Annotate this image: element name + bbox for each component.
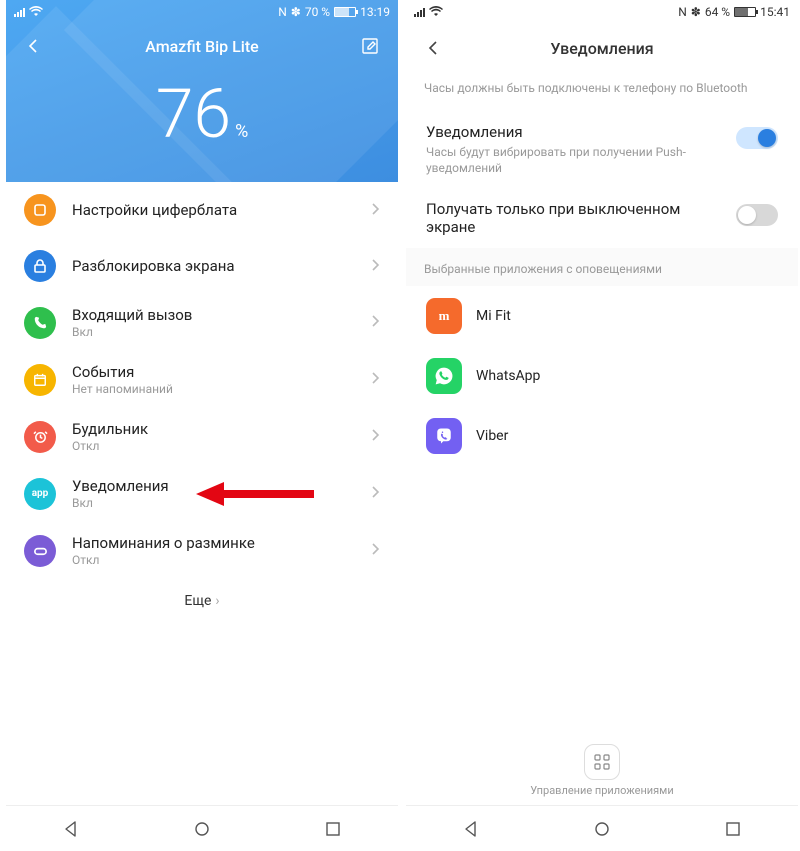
- row-subtitle: Откл: [72, 439, 370, 453]
- nav-back-button[interactable]: [47, 813, 95, 845]
- chevron-right-icon: [370, 313, 380, 332]
- toggle-switch[interactable]: [736, 204, 778, 226]
- chevron-right-icon: [370, 541, 380, 560]
- signal-icon: [14, 7, 25, 17]
- app-icon: [426, 358, 462, 394]
- watchface-icon: [24, 194, 56, 226]
- settings-row-app[interactable]: app УведомленияВкл: [6, 465, 398, 522]
- chevron-right-icon: [370, 484, 380, 503]
- calendar-icon: [24, 364, 56, 396]
- nav-home-button[interactable]: [178, 813, 226, 845]
- clock-time: 15:41: [760, 5, 790, 19]
- app-icon: [426, 418, 462, 454]
- chevron-right-icon: ›: [215, 593, 219, 609]
- page-title: Уведомления: [422, 39, 782, 58]
- title-bar: Уведомления: [406, 24, 798, 70]
- row-title: Разблокировка экрана: [72, 257, 370, 275]
- settings-group: Уведомления Часы будут вибрировать при по…: [406, 111, 798, 248]
- setting-title: Получать только при выключенном экране: [426, 200, 724, 236]
- chevron-right-icon: [370, 427, 380, 446]
- toggle-switch[interactable]: [736, 127, 778, 149]
- bluetooth-icon: ✽: [691, 5, 701, 19]
- setting-subtitle: Часы будут вибрировать при получении Pus…: [426, 144, 724, 176]
- lock-icon: [24, 250, 56, 282]
- row-title: События: [72, 363, 370, 381]
- row-subtitle: Нет напоминаний: [72, 382, 370, 396]
- settings-row-phone[interactable]: Входящий вызовВкл: [6, 294, 398, 351]
- battery-hero-value: 76: [156, 74, 231, 154]
- more-button[interactable]: Еще›: [6, 579, 398, 623]
- grid-icon: [584, 744, 620, 780]
- battery-icon: [334, 7, 356, 17]
- battery-icon: [734, 7, 756, 17]
- row-subtitle: Вкл: [72, 325, 370, 339]
- signal-icon: [414, 7, 425, 17]
- stretch-icon: [24, 535, 56, 567]
- app-icon: app: [24, 478, 56, 510]
- row-title: Входящий вызов: [72, 306, 370, 324]
- phone-right-notifications: N ✽ 64 % 15:41 Уведомления Часы должны б…: [406, 0, 798, 851]
- row-subtitle: Откл: [72, 553, 370, 567]
- row-subtitle: Вкл: [72, 496, 370, 510]
- manage-apps-label: Управление приложениями: [406, 784, 798, 797]
- setting-row-1: Получать только при выключенном экране: [406, 188, 798, 248]
- row-title: Будильник: [72, 420, 370, 438]
- app-icon: m: [426, 298, 462, 334]
- status-bar: N ✽ 64 % 15:41: [406, 0, 798, 24]
- hero-banner: N ✽ 70 % 13:19 Amazfit Bip Lite 76%: [6, 0, 398, 182]
- nav-home-button[interactable]: [578, 813, 626, 845]
- toggle-knob: [738, 206, 756, 224]
- row-title: Настройки циферблата: [72, 201, 370, 219]
- more-label: Еще: [184, 593, 211, 609]
- nfc-icon: N: [678, 5, 687, 19]
- nav-recent-button[interactable]: [309, 813, 357, 845]
- info-text: Часы должны быть подключены к телефону п…: [406, 70, 798, 111]
- battery-hero-unit: %: [235, 121, 248, 142]
- settings-list: Настройки циферблата Разблокировка экрана…: [6, 182, 398, 805]
- battery-percent: 64 %: [705, 5, 730, 19]
- app-name: Mi Fit: [476, 308, 511, 324]
- nav-back-button[interactable]: [447, 813, 495, 845]
- nav-recent-button[interactable]: [709, 813, 757, 845]
- wifi-icon: [429, 5, 443, 19]
- setting-row-0: Уведомления Часы будут вибрировать при по…: [406, 111, 798, 188]
- app-row-viber[interactable]: Viber: [406, 406, 798, 466]
- settings-row-stretch[interactable]: Напоминания о разминкеОткл: [6, 522, 398, 579]
- battery-hero: 76%: [6, 64, 398, 158]
- manage-apps[interactable]: Управление приложениями: [406, 744, 798, 797]
- alarm-icon: [24, 421, 56, 453]
- settings-row-lock[interactable]: Разблокировка экрана: [6, 238, 398, 294]
- settings-row-watchface[interactable]: Настройки циферблата: [6, 182, 398, 238]
- chevron-right-icon: [370, 201, 380, 220]
- phone-icon: [24, 307, 56, 339]
- section-header: Выбранные приложения с оповещениями: [406, 248, 798, 286]
- android-navbar: [6, 805, 398, 851]
- app-row-whatsapp[interactable]: WhatsApp: [406, 346, 798, 406]
- settings-row-calendar[interactable]: СобытияНет напоминаний: [6, 351, 398, 408]
- apps-list: m Mi Fit WhatsApp Viber: [406, 286, 798, 466]
- phone-left-amazfit: N ✽ 70 % 13:19 Amazfit Bip Lite 76% Наст…: [6, 0, 398, 851]
- row-title: Напоминания о разминке: [72, 534, 370, 552]
- app-row-mi-fit[interactable]: m Mi Fit: [406, 286, 798, 346]
- app-name: Viber: [476, 428, 508, 444]
- settings-row-alarm[interactable]: БудильникОткл: [6, 408, 398, 465]
- row-title: Уведомления: [72, 477, 370, 495]
- setting-title: Уведомления: [426, 123, 724, 141]
- app-name: WhatsApp: [476, 368, 540, 384]
- chevron-right-icon: [370, 370, 380, 389]
- toggle-knob: [758, 129, 776, 147]
- chevron-right-icon: [370, 257, 380, 276]
- android-navbar: [406, 805, 798, 851]
- wifi-icon: [29, 5, 43, 19]
